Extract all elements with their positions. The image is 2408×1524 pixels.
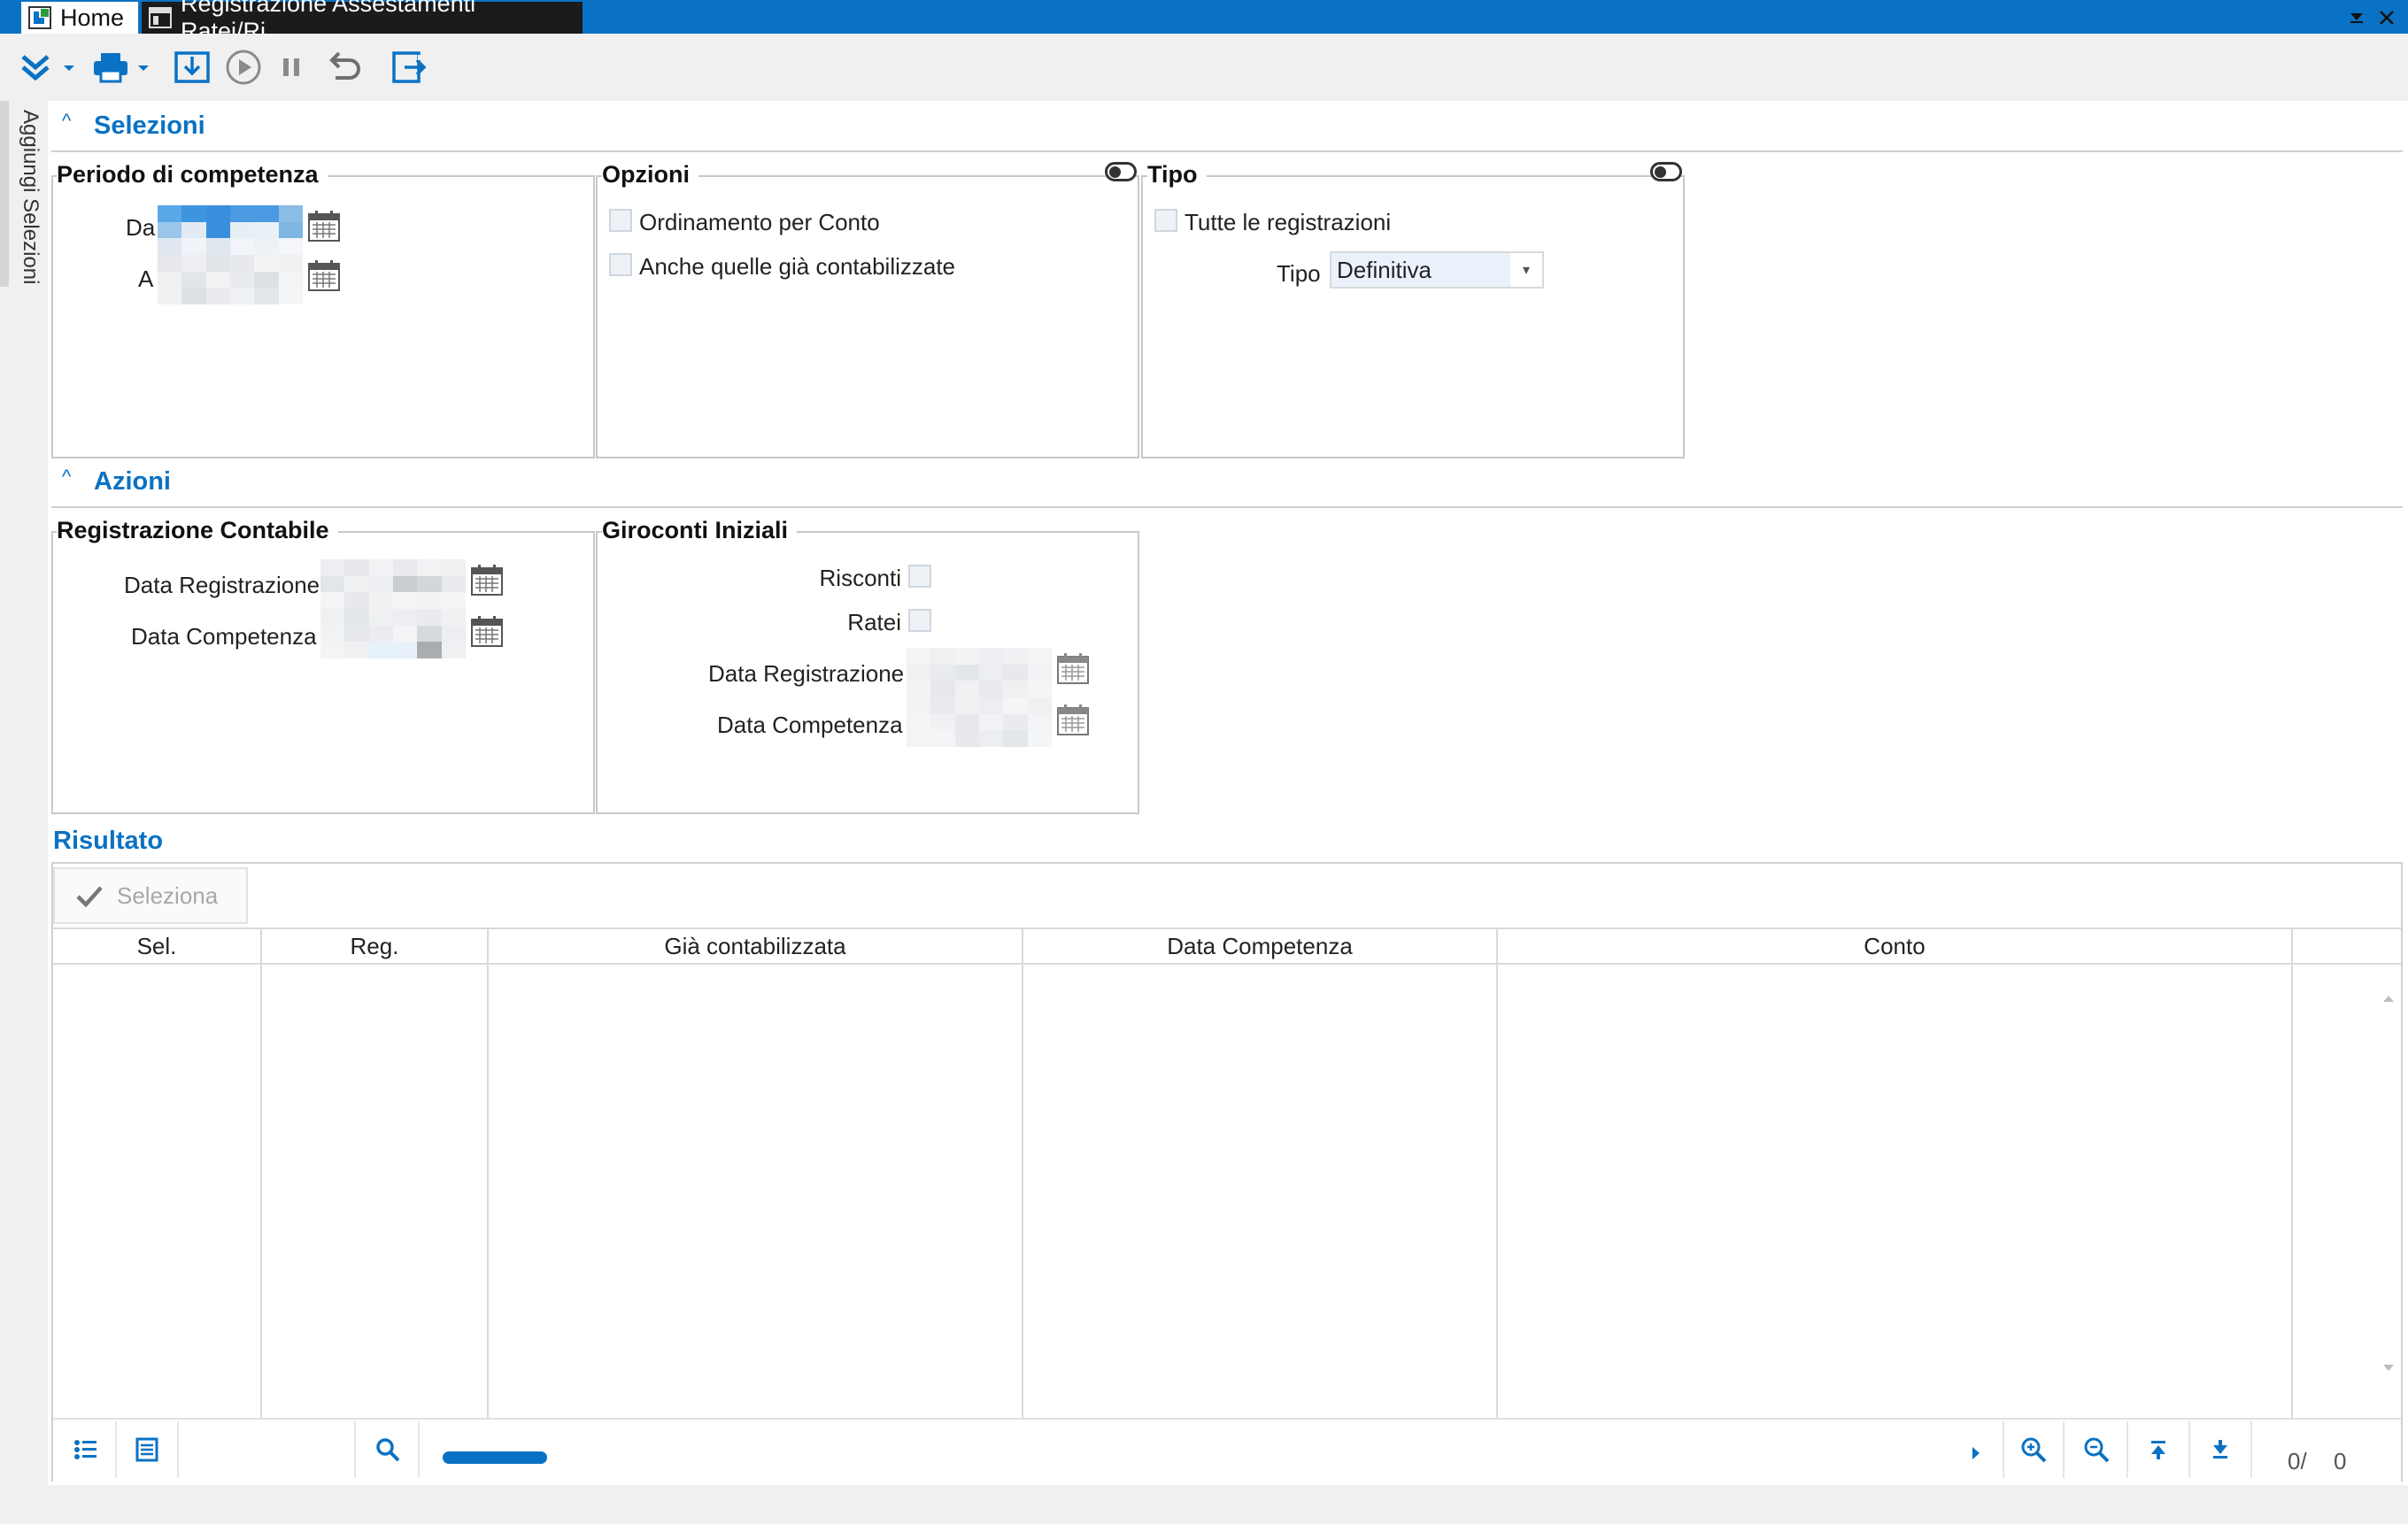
tutte-registrazioni-checkbox[interactable] — [1154, 209, 1177, 232]
date-to-field[interactable] — [158, 255, 303, 304]
tab-home[interactable]: Home — [21, 2, 138, 34]
record-total: 0 — [2334, 1448, 2347, 1474]
tipo-select-value: Definitiva — [1337, 256, 1432, 283]
tutte-registrazioni-label: Tutte le registrazioni — [1185, 209, 1392, 235]
giroconti-data-registrazione-label: Data Registrazione — [708, 660, 905, 687]
calendar-icon[interactable] — [1055, 703, 1091, 738]
download-button[interactable] — [170, 48, 214, 87]
title-bar: Home Registrazione Assestamenti Ratei/Ri… — [0, 0, 2408, 44]
column-header-reg[interactable]: Reg. — [262, 927, 489, 965]
horizontal-scrollbar-thumb[interactable] — [443, 1451, 547, 1464]
expand-menu-button[interactable] — [16, 48, 78, 87]
tipo-select[interactable]: Definitiva ▾ — [1330, 251, 1544, 289]
calendar-icon[interactable] — [469, 614, 505, 650]
aggiungi-selezioni-tab[interactable]: Aggiungi Selezioni — [9, 110, 42, 287]
risconti-label: Risconti — [819, 565, 901, 591]
tipo-title: Tipo — [1147, 161, 1207, 189]
data-competenza-label: Data Competenza — [131, 623, 317, 650]
list-view-icon[interactable] — [55, 1421, 117, 1478]
column-divider — [1496, 965, 1498, 1418]
tipo-label: Tipo — [1277, 260, 1321, 287]
undo-icon[interactable] — [320, 48, 365, 87]
go-first-icon[interactable] — [2128, 1421, 2190, 1478]
play-icon[interactable] — [221, 48, 266, 87]
chevron-down-icon[interactable]: ▾ — [1510, 253, 1542, 287]
divider — [51, 506, 2403, 508]
data-registrazione-label: Data Registrazione — [124, 572, 320, 598]
calendar-icon[interactable] — [306, 209, 342, 244]
close-icon[interactable] — [2374, 5, 2399, 30]
bottom-strip — [0, 1485, 2408, 1524]
calendar-icon[interactable] — [306, 258, 342, 294]
record-counter: 0/ — [2288, 1448, 2307, 1474]
section-azioni-title: Azioni — [94, 467, 171, 496]
calendar-icon[interactable] — [1055, 651, 1091, 687]
checkmark-icon — [74, 882, 104, 909]
window-menu-icon[interactable] — [2344, 5, 2369, 30]
search-icon[interactable] — [358, 1421, 420, 1478]
zoom-out-icon[interactable] — [2066, 1421, 2128, 1478]
seleziona-button[interactable]: Seleziona — [53, 867, 248, 924]
ordinamento-label: Ordinamento per Conto — [639, 209, 880, 235]
column-divider — [1022, 965, 1023, 1418]
tab-registrazione[interactable]: Registrazione Assestamenti Ratei/Ri... — [142, 0, 583, 44]
column-header-conto[interactable]: Conto — [1498, 927, 2293, 965]
tab-home-label: Home — [60, 4, 125, 31]
ratei-checkbox[interactable] — [908, 609, 931, 632]
app-logo-icon — [27, 4, 53, 31]
pause-icon[interactable] — [271, 48, 312, 87]
collapse-azioni-icon[interactable]: ^ — [62, 466, 71, 489]
data-competenza-field[interactable] — [320, 609, 466, 658]
print-button[interactable] — [89, 48, 154, 87]
opzioni-toggle[interactable] — [1105, 162, 1137, 181]
window-icon — [147, 4, 174, 31]
scroll-right-icon[interactable] — [1967, 1443, 1985, 1464]
section-selezioni-title: Selezioni — [94, 112, 205, 140]
ordinamento-checkbox[interactable] — [609, 209, 632, 232]
section-risultato-title: Risultato — [53, 827, 164, 855]
data-registrazione-field[interactable] — [320, 559, 466, 609]
date-from-field[interactable] — [158, 205, 303, 255]
side-panel-handle[interactable] — [0, 101, 9, 287]
calendar-icon[interactable] — [469, 563, 505, 598]
scroll-down-icon[interactable] — [2380, 1354, 2397, 1371]
giroconti-data-registrazione-field[interactable] — [907, 648, 1052, 697]
opzioni-title: Opzioni — [602, 161, 698, 189]
column-divider — [2291, 965, 2293, 1418]
da-label: Da — [126, 214, 156, 241]
ratei-label: Ratei — [847, 609, 901, 635]
column-header-spacer — [2293, 927, 2401, 965]
footer-spacer — [179, 1421, 356, 1478]
registrazione-contabile-title: Registrazione Contabile — [57, 517, 338, 544]
collapse-selezioni-icon[interactable]: ^ — [62, 110, 71, 133]
anche-contabilizzate-label: Anche quelle già contabilizzate — [639, 253, 956, 280]
tipo-toggle[interactable] — [1650, 162, 1682, 181]
side-panel-strip — [0, 101, 48, 1524]
detail-view-icon[interactable] — [117, 1421, 179, 1478]
column-divider — [487, 965, 489, 1418]
column-header-sel[interactable]: Sel. — [53, 927, 262, 965]
anche-contabilizzate-checkbox[interactable] — [609, 253, 632, 276]
column-divider — [260, 965, 262, 1418]
toolbar — [0, 34, 2408, 101]
scroll-up-icon[interactable] — [2380, 984, 2397, 1002]
giroconti-data-competenza-field[interactable] — [907, 697, 1052, 747]
seleziona-label: Seleziona — [117, 881, 219, 909]
giroconti-data-competenza-label: Data Competenza — [717, 712, 903, 738]
column-header-gia-contabilizzata[interactable]: Già contabilizzata — [489, 927, 1023, 965]
go-last-icon[interactable] — [2190, 1421, 2252, 1478]
column-header-data-competenza[interactable]: Data Competenza — [1023, 927, 1498, 965]
risconti-checkbox[interactable] — [908, 565, 931, 588]
a-label: A — [138, 266, 154, 292]
divider — [51, 150, 2403, 152]
giroconti-iniziali-title: Giroconti Iniziali — [602, 517, 798, 544]
periodo-title: Periodo di competenza — [57, 161, 328, 189]
exit-button[interactable] — [386, 48, 430, 87]
zoom-in-icon[interactable] — [2003, 1421, 2065, 1478]
